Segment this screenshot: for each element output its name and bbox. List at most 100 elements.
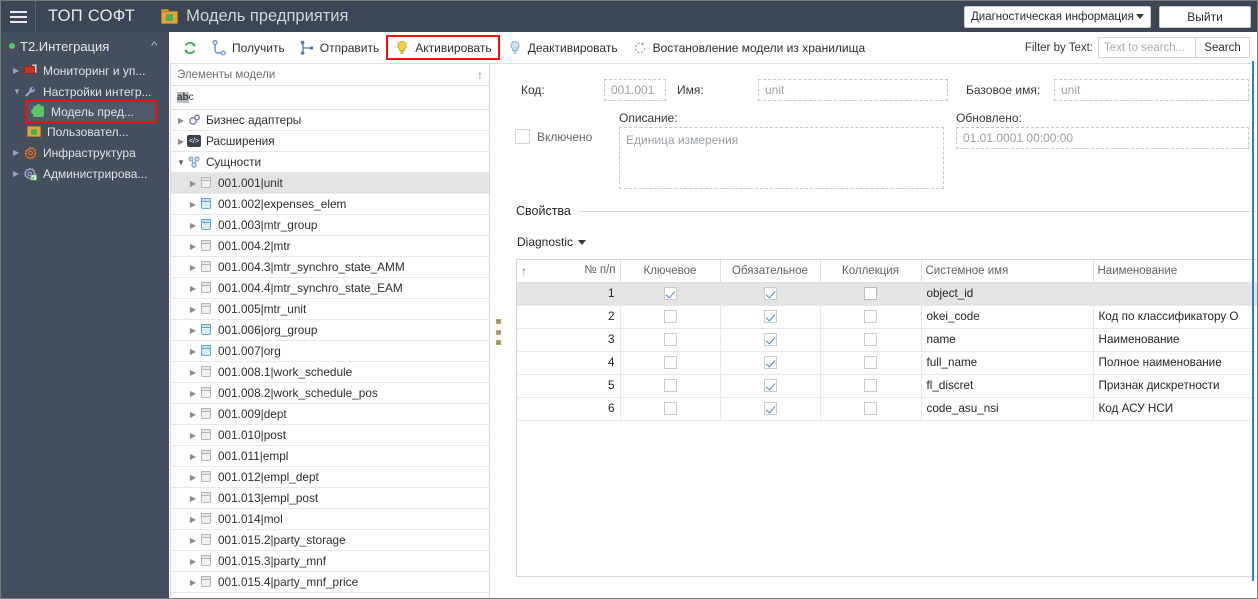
- refresh-button[interactable]: [176, 36, 204, 60]
- tree-node-entity[interactable]: ▶ 001.004.4|mtr_synchro_state_EAM: [171, 278, 489, 299]
- chevron-right-icon[interactable]: ▶: [187, 494, 199, 503]
- receive-button[interactable]: Получить: [204, 36, 292, 60]
- tree-column-header[interactable]: Элементы модели ↑: [171, 64, 489, 86]
- tree-node-entity[interactable]: ▶ 001.012|empl_dept: [171, 467, 489, 488]
- tree-node-entities[interactable]: ▼ Сущности: [171, 152, 489, 173]
- checkbox-checked-icon[interactable]: [763, 310, 777, 324]
- cell-collection[interactable]: [820, 282, 922, 306]
- cell-key[interactable]: [620, 305, 721, 329]
- tree-node-entity[interactable]: ▶ 001.011|empl: [171, 446, 489, 467]
- checkbox-checked-icon[interactable]: [763, 333, 777, 347]
- code-field[interactable]: 001.001: [604, 79, 666, 101]
- cell-key[interactable]: [620, 282, 721, 306]
- checkbox-unchecked-icon[interactable]: [663, 356, 677, 370]
- search-input[interactable]: Text to search...: [1098, 37, 1196, 58]
- chevron-right-icon[interactable]: ▶: [187, 452, 199, 461]
- checkbox-unchecked-icon[interactable]: [864, 333, 877, 347]
- column-header-required[interactable]: Обязательное: [720, 260, 821, 283]
- tree-node-entity[interactable]: ▶ 001.014|mol: [171, 509, 489, 530]
- tree-node-entity[interactable]: ▶ 001.006|org_group: [171, 320, 489, 341]
- sidebar-item-enterprise-model[interactable]: Модель пред...: [25, 100, 157, 123]
- cell-key[interactable]: [620, 397, 721, 421]
- table-row[interactable]: 4 full_name Полное наименование: [517, 351, 1257, 375]
- chevron-right-icon[interactable]: ▶: [187, 578, 199, 587]
- chevron-right-icon[interactable]: ▶: [187, 557, 199, 566]
- sort-asc-icon[interactable]: ↑: [477, 68, 483, 82]
- checkbox-unchecked-icon[interactable]: [864, 402, 877, 416]
- chevron-right-icon[interactable]: ▶: [187, 221, 199, 230]
- diagnostic-info-select[interactable]: Диагностическая информация: [964, 5, 1151, 28]
- table-row[interactable]: 5 fl_discret Признак дискретности: [517, 374, 1257, 398]
- logout-button[interactable]: Выйти: [1159, 5, 1251, 28]
- cell-collection[interactable]: [820, 351, 922, 375]
- chevron-right-icon[interactable]: ▶: [187, 200, 199, 209]
- tree-node-entity-selected[interactable]: ▶ 001.001|unit: [171, 173, 489, 194]
- chevron-right-icon[interactable]: ▶: [187, 431, 199, 440]
- tree-node-entity[interactable]: ▶ 001.008.2|work_schedule_pos: [171, 383, 489, 404]
- chevron-right-icon[interactable]: ▶: [187, 242, 199, 251]
- column-header-key[interactable]: Ключевое: [620, 260, 721, 283]
- chevron-right-icon[interactable]: ▶: [187, 179, 199, 188]
- search-button[interactable]: Search: [1196, 37, 1250, 58]
- chevron-right-icon[interactable]: ▶: [187, 536, 199, 545]
- table-row[interactable]: 3 name Наименование: [517, 328, 1257, 352]
- chevron-up-icon[interactable]: ^: [151, 41, 158, 52]
- tree-node-entity[interactable]: ▶ 001.004.2|mtr: [171, 236, 489, 257]
- tree-node-extensions[interactable]: ▶ </> Расширения: [171, 131, 489, 152]
- checkbox-checked-icon[interactable]: [763, 402, 777, 416]
- chevron-right-icon[interactable]: ▶: [175, 137, 187, 146]
- cell-key[interactable]: [620, 328, 721, 352]
- chevron-right-icon[interactable]: ▶: [175, 116, 187, 125]
- tree-node-entity[interactable]: ▶ 001.013|empl_post: [171, 488, 489, 509]
- sidebar-section-integration[interactable]: T2.Интеграция ^: [1, 32, 169, 60]
- checkbox-unchecked-icon[interactable]: [663, 310, 677, 324]
- checkbox-checked-icon[interactable]: [663, 287, 677, 301]
- chevron-right-icon[interactable]: ▶: [187, 326, 199, 335]
- checkbox-checked-icon[interactable]: [763, 356, 777, 370]
- tree-node-entity[interactable]: ▶ 001.009|dept: [171, 404, 489, 425]
- activate-button[interactable]: Активировать: [386, 35, 500, 60]
- tree-node-entity[interactable]: ▶ 001.003|mtr_group: [171, 215, 489, 236]
- tree-node-business-adapters[interactable]: ▶ Бизнес адаптеры: [171, 110, 489, 131]
- cell-collection[interactable]: [820, 328, 922, 352]
- checkbox-unchecked-icon[interactable]: [663, 402, 677, 416]
- enabled-checkbox-group[interactable]: Включено: [515, 129, 592, 144]
- cell-required[interactable]: [720, 351, 821, 375]
- tree-node-entity[interactable]: ▶ 001.007|org: [171, 341, 489, 362]
- sidebar-item-monitoring[interactable]: ▶ Мониторинг и уп...: [1, 60, 169, 81]
- tree-node-entity[interactable]: ▶ 001.015.4|party_mnf_price: [171, 572, 489, 593]
- description-field[interactable]: Единица измерения: [619, 127, 944, 189]
- checkbox-unchecked-icon[interactable]: [864, 287, 877, 301]
- chevron-right-icon[interactable]: ▶: [187, 368, 199, 377]
- column-header-collection[interactable]: Коллекция: [820, 260, 922, 283]
- checkbox-checked-icon[interactable]: [763, 379, 777, 393]
- sort-asc-icon[interactable]: ↑: [521, 264, 527, 278]
- sidebar-item-users[interactable]: Пользовател...: [1, 121, 169, 142]
- cell-collection[interactable]: [820, 397, 922, 421]
- chevron-right-icon[interactable]: ▶: [187, 515, 199, 524]
- vertical-scrollbar[interactable]: [1252, 61, 1254, 581]
- deactivate-button[interactable]: Деактивировать: [500, 36, 625, 60]
- chevron-right-icon[interactable]: ▶: [187, 389, 199, 398]
- chevron-right-icon[interactable]: ▶: [187, 410, 199, 419]
- column-header-system-name[interactable]: Системное имя: [921, 260, 1094, 283]
- sidebar-item-infrastructure[interactable]: ▶ Инфраструктура: [1, 142, 169, 163]
- cell-collection[interactable]: [820, 305, 922, 329]
- tree-node-entity[interactable]: ▶ 001.010|post: [171, 425, 489, 446]
- chevron-right-icon[interactable]: ▶: [187, 473, 199, 482]
- cell-collection[interactable]: [820, 374, 922, 398]
- panel-splitter-handle[interactable]: [495, 319, 501, 345]
- tree-node-entity[interactable]: ▶ 001.005|mtr_unit: [171, 299, 489, 320]
- column-header-title[interactable]: Наименование: [1093, 260, 1257, 283]
- restore-model-button[interactable]: Востановление модели из хранилища: [625, 36, 873, 60]
- tree-filter-row[interactable]: abc: [171, 86, 489, 110]
- name-field[interactable]: unit: [758, 79, 948, 101]
- chevron-right-icon[interactable]: ▶: [187, 263, 199, 272]
- cell-required[interactable]: [720, 397, 821, 421]
- table-row[interactable]: 1 object_id: [517, 282, 1257, 306]
- cell-required[interactable]: [720, 305, 821, 329]
- cell-required[interactable]: [720, 374, 821, 398]
- cell-key[interactable]: [620, 351, 721, 375]
- table-row[interactable]: 2 okei_code Код по классификатору О: [517, 305, 1257, 329]
- column-header-number[interactable]: ↑ № п/п: [517, 260, 621, 283]
